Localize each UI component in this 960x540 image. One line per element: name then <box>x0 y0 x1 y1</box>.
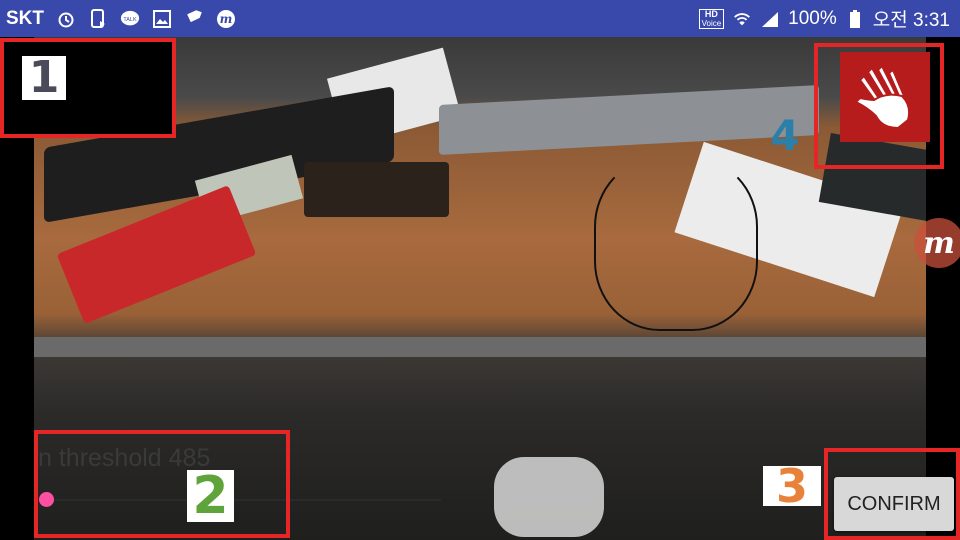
annotation-box-4 <box>814 43 944 169</box>
hd-voice-icon: HD Voice <box>698 8 725 29</box>
battery-percent: 100% <box>788 7 837 29</box>
floating-app-icon[interactable]: m <box>914 218 960 268</box>
phone-sync-icon <box>88 8 108 29</box>
annotation-box-2 <box>34 430 290 538</box>
annotation-number-3: 3 <box>763 463 821 509</box>
annotation-number-2: 2 <box>187 470 234 522</box>
scene-wallet <box>304 162 449 217</box>
clock: 오전 3:31 <box>872 10 950 31</box>
kakaotalk-icon: TALK <box>120 9 140 29</box>
wifi-icon <box>732 9 752 29</box>
scene-slipper <box>494 457 604 537</box>
hd-sub-label: Voice <box>701 18 722 28</box>
m-app-icon: m <box>216 9 236 29</box>
annotation-number-4: 4 <box>770 111 800 160</box>
carrier-label: SKT <box>6 7 44 29</box>
annotation-number-1: 1 <box>22 56 66 100</box>
battery-icon <box>845 9 865 29</box>
status-bar: SKT TALK m HD Voice 100% 오전 3:31 <box>0 0 960 37</box>
hd-label: HD <box>704 8 718 19</box>
scene-earphone-cable <box>594 157 758 331</box>
scene-desk-edge <box>34 337 926 357</box>
kakaotalk-label: TALK <box>123 16 137 22</box>
gallery-icon <box>152 9 172 29</box>
alarm-icon <box>56 9 76 29</box>
tag-icon <box>184 9 204 29</box>
confirm-button[interactable]: CONFIRM <box>834 477 954 531</box>
svg-text:m: m <box>220 12 233 26</box>
signal-icon <box>760 9 780 29</box>
